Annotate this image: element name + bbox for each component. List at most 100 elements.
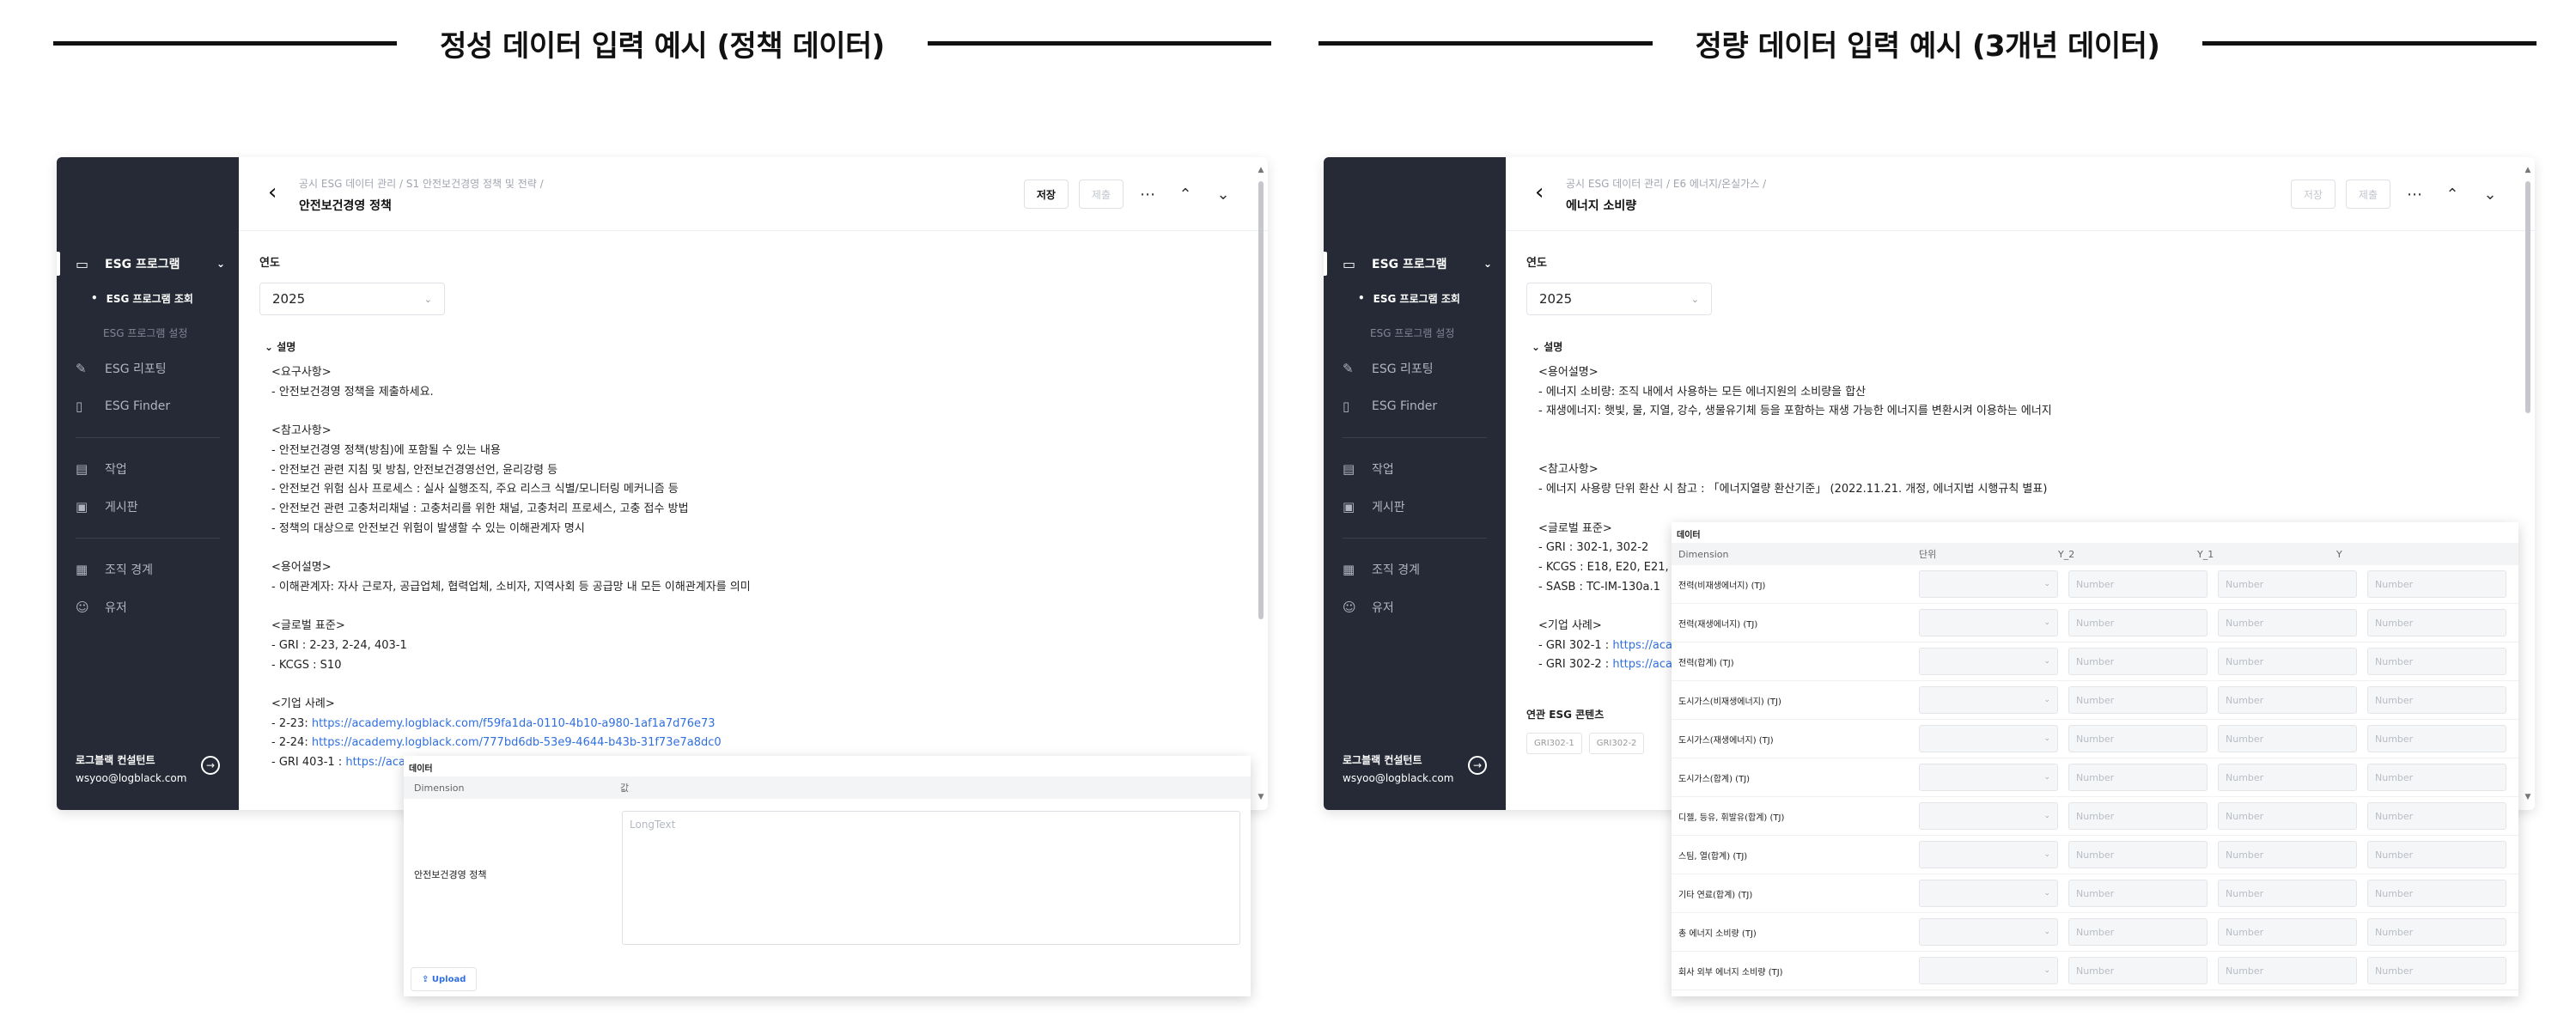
number-input-y[interactable]: Number <box>2367 764 2506 791</box>
number-input-y1[interactable]: Number <box>2218 802 2357 830</box>
number-input-y1[interactable]: Number <box>2218 609 2357 636</box>
sidebar-item-board[interactable]: ▣ 게시판 <box>1324 488 1506 526</box>
scroll-down-icon[interactable]: ▼ <box>2523 793 2533 801</box>
sidebar-subitem-program-settings[interactable]: ESG 프로그램 설정 <box>1324 315 1506 350</box>
number-input-y2[interactable]: Number <box>2068 609 2208 636</box>
description-toggle[interactable]: ⌄ 설명 <box>1532 339 1562 354</box>
number-input-y[interactable]: Number <box>2367 918 2506 946</box>
chevron-down-icon: ⌄ <box>216 258 225 270</box>
sidebar-item-board[interactable]: ▣ 게시판 <box>57 488 239 526</box>
logout-icon[interactable]: → <box>201 756 220 775</box>
case-link[interactable]: https://academy.logblack.com/777bd6db-53… <box>312 736 722 749</box>
logout-icon[interactable]: → <box>1468 756 1487 775</box>
chevron-up-icon[interactable]: ⌃ <box>2439 186 2466 204</box>
unit-select[interactable]: ⌄ <box>1919 648 2058 675</box>
number-input-y2[interactable]: Number <box>2068 802 2208 830</box>
number-input-y[interactable]: Number <box>2367 880 2506 907</box>
scrollbar[interactable]: ▲ ▼ <box>1256 166 1266 801</box>
back-arrow-icon[interactable]: ‹ <box>1535 180 1544 205</box>
sidebar-subitem-program-view[interactable]: ESG 프로그램 조회 <box>57 281 239 315</box>
more-icon[interactable]: ⋯ <box>2401 186 2428 204</box>
number-input-y[interactable]: Number <box>2367 686 2506 714</box>
number-input-y2[interactable]: Number <box>2068 841 2208 868</box>
description-toggle-label: 설명 <box>1544 341 1563 353</box>
case-link[interactable]: https://academy.logblack.com/f59fa1da-01… <box>312 717 716 730</box>
number-input-y1[interactable]: Number <box>2218 725 2357 752</box>
unit-select[interactable]: ⌄ <box>1919 609 2058 636</box>
unit-select[interactable]: ⌄ <box>1919 880 2058 907</box>
sidebar-item-org[interactable]: ▦ 조직 경계 <box>57 551 239 588</box>
save-button[interactable]: 저장 <box>2290 180 2335 209</box>
submit-button[interactable]: 제출 <box>2345 180 2390 209</box>
number-input-y1[interactable]: Number <box>2218 570 2357 598</box>
chevron-down-icon[interactable]: ⌄ <box>2476 186 2504 204</box>
number-input-y[interactable]: Number <box>2367 725 2506 752</box>
number-input-y2[interactable]: Number <box>2068 686 2208 714</box>
scrollbar[interactable]: ▲ ▼ <box>2523 166 2533 801</box>
unit-select[interactable]: ⌄ <box>1919 570 2058 598</box>
submit-button[interactable]: 제출 <box>1078 180 1124 209</box>
number-input-y[interactable]: Number <box>2367 957 2506 984</box>
sidebar-item-finder[interactable]: ▯ ESG Finder <box>1324 387 1506 425</box>
number-input-y2[interactable]: Number <box>2068 570 2208 598</box>
number-input-y1[interactable]: Number <box>2218 648 2357 675</box>
number-input-y1[interactable]: Number <box>2218 918 2357 946</box>
number-input-y[interactable]: Number <box>2367 802 2506 830</box>
case-link[interactable]: https://aca <box>1612 639 1672 652</box>
number-input-y1[interactable]: Number <box>2218 841 2357 868</box>
sidebar-item-users[interactable]: ☺ 유저 <box>57 588 239 626</box>
case-link[interactable]: https://aca <box>1612 658 1672 671</box>
sidebar-item-esg-program[interactable]: ▭ ESG 프로그램 ⌄ <box>57 247 239 281</box>
scrollbar-thumb[interactable] <box>1258 181 1264 619</box>
number-input-y2[interactable]: Number <box>2068 764 2208 791</box>
number-input-y1[interactable]: Number <box>2218 764 2357 791</box>
scrollbar-thumb[interactable] <box>2525 181 2530 413</box>
sidebar-item-reporting[interactable]: ✎ ESG 리포팅 <box>57 350 239 387</box>
number-input-y[interactable]: Number <box>2367 841 2506 868</box>
number-input-y1[interactable]: Number <box>2218 957 2357 984</box>
unit-select[interactable]: ⌄ <box>1919 957 2058 984</box>
number-input-y[interactable]: Number <box>2367 648 2506 675</box>
number-input-y2[interactable]: Number <box>2068 880 2208 907</box>
sidebar-item-tasks[interactable]: ▤ 작업 <box>57 450 239 488</box>
sidebar-subitem-program-view[interactable]: ESG 프로그램 조회 <box>1324 281 1506 315</box>
unit-select[interactable]: ⌄ <box>1919 802 2058 830</box>
number-input-y2[interactable]: Number <box>2068 648 2208 675</box>
number-input-y[interactable]: Number <box>2367 609 2506 636</box>
back-arrow-icon[interactable]: ‹ <box>268 180 277 205</box>
number-input-y2[interactable]: Number <box>2068 957 2208 984</box>
unit-select[interactable]: ⌄ <box>1919 841 2058 868</box>
year-select[interactable]: 2025 ⌄ <box>1526 283 1712 315</box>
more-icon[interactable]: ⋯ <box>1134 186 1161 204</box>
scroll-up-icon[interactable]: ▲ <box>1256 166 1266 174</box>
upload-button[interactable]: ⇪ Upload <box>411 967 478 991</box>
unit-select[interactable]: ⌄ <box>1919 764 2058 791</box>
related-chip[interactable]: GRI302-1 <box>1526 733 1582 754</box>
number-input-y2[interactable]: Number <box>2068 725 2208 752</box>
number-input-y2[interactable]: Number <box>2068 918 2208 946</box>
sidebar-item-tasks[interactable]: ▤ 작업 <box>1324 450 1506 488</box>
unit-select[interactable]: ⌄ <box>1919 686 2058 714</box>
related-chip[interactable]: GRI302-2 <box>1588 733 1645 754</box>
scroll-down-icon[interactable]: ▼ <box>1256 793 1266 801</box>
scroll-up-icon[interactable]: ▲ <box>2523 166 2533 174</box>
sidebar-item-finder[interactable]: ▯ ESG Finder <box>57 387 239 425</box>
number-input-y1[interactable]: Number <box>2218 686 2357 714</box>
chevron-down-icon[interactable]: ⌄ <box>1209 186 1237 204</box>
data-panel-quantitative: 데이터 Dimension 단위 Y_2 Y_1 Y 전력(비재생에너지) (TJ) ⌄ N… <box>1672 522 2518 996</box>
number-input-y[interactable]: Number <box>2367 570 2506 598</box>
sidebar-item-reporting[interactable]: ✎ ESG 리포팅 <box>1324 350 1506 387</box>
year-select[interactable]: 2025 ⌄ <box>259 283 445 315</box>
unit-select[interactable]: ⌄ <box>1919 725 2058 752</box>
longtext-input[interactable]: LongText <box>622 811 1240 945</box>
sidebar-item-users[interactable]: ☺ 유저 <box>1324 588 1506 626</box>
sidebar-subitem-program-settings[interactable]: ESG 프로그램 설정 <box>57 315 239 350</box>
number-input-y1[interactable]: Number <box>2218 880 2357 907</box>
sidebar-item-esg-program[interactable]: ▭ ESG 프로그램 ⌄ <box>1324 247 1506 281</box>
save-button[interactable]: 저장 <box>1023 180 1069 209</box>
chevron-up-icon[interactable]: ⌃ <box>1172 186 1199 204</box>
unit-select[interactable]: ⌄ <box>1919 918 2058 946</box>
description-toggle[interactable]: ⌄ 설명 <box>265 339 295 354</box>
sidebar-item-org[interactable]: ▦ 조직 경계 <box>1324 551 1506 588</box>
description-line: - 에너지 소비량: 조직 내에서 사용하는 모든 에너지원의 소비량을 합산 <box>1538 385 1867 399</box>
